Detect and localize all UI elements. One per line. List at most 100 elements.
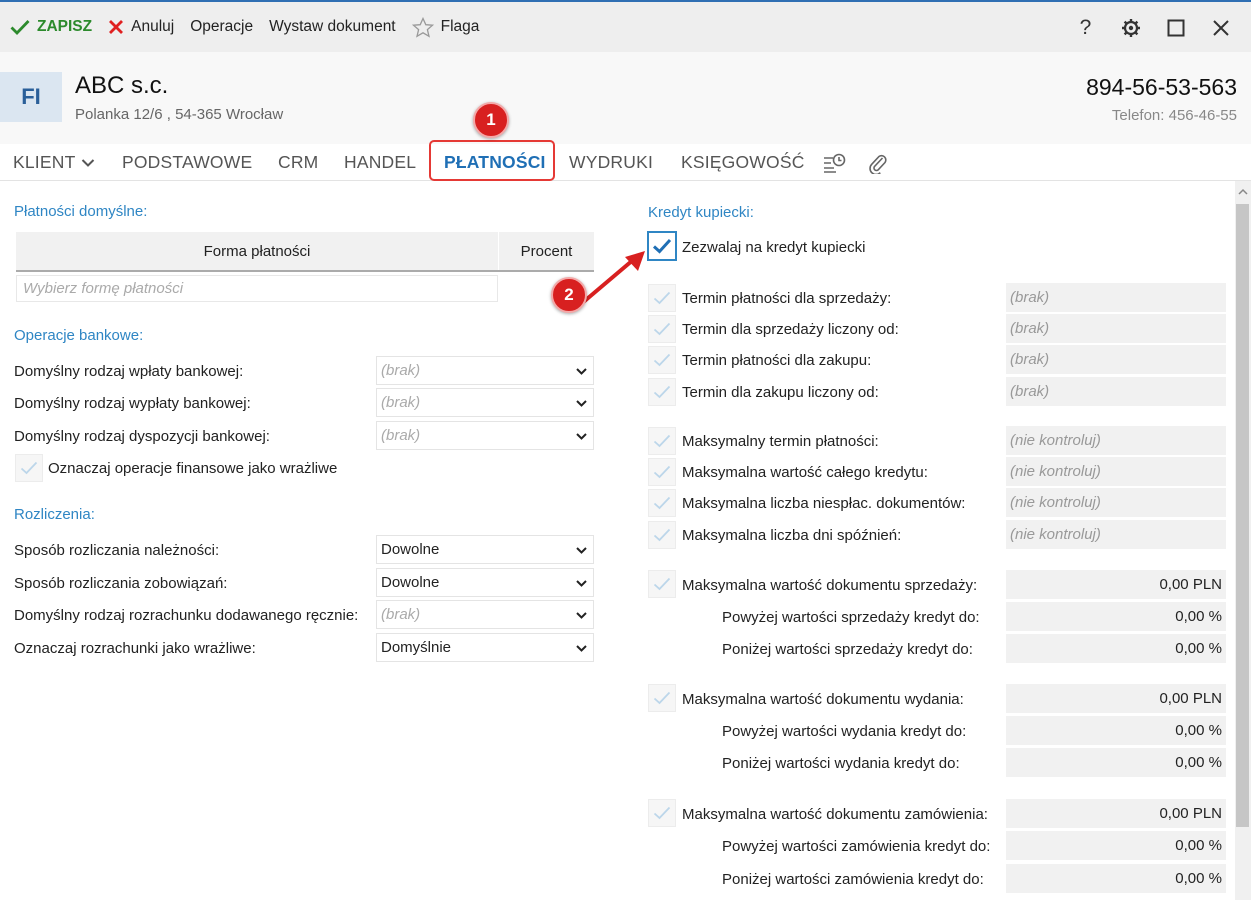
- tab-attachments[interactable]: [868, 144, 888, 181]
- sale-above-label: Powyżej wartości sprzedaży kredyt do:: [722, 609, 980, 626]
- max-issue-doc-checkbox[interactable]: [648, 684, 676, 712]
- term-sale-label: Termin płatności dla sprzedaży:: [682, 290, 892, 307]
- manual-settlement-type-select[interactable]: (brak): [376, 600, 594, 629]
- tab-crm[interactable]: CRM: [278, 144, 318, 181]
- chevron-down-icon: [576, 547, 587, 554]
- max-sale-doc-checkbox[interactable]: [648, 570, 676, 598]
- close-window-icon: [1212, 20, 1229, 36]
- chevron-down-icon: [576, 433, 587, 440]
- term-sale-from-value[interactable]: (brak): [1006, 314, 1226, 343]
- company-phone: Telefon: 456-46-55: [1111, 107, 1237, 124]
- maximize-button[interactable]: [1153, 8, 1198, 48]
- receivables-method-label: Sposób rozliczania należności:: [14, 542, 220, 559]
- settlements-title: Rozliczenia:: [14, 506, 95, 523]
- sale-above-value[interactable]: 0,00 %: [1006, 602, 1226, 631]
- bank-disposition-select[interactable]: (brak): [376, 421, 594, 450]
- max-unpaid-docs-value[interactable]: (nie kontroluj): [1006, 488, 1226, 517]
- bank-disposition-label: Domyślny rodzaj dyspozycji bankowej:: [14, 428, 270, 445]
- max-order-doc-value[interactable]: 0,00 PLN: [1006, 799, 1226, 828]
- issue-below-value[interactable]: 0,00 %: [1006, 748, 1226, 777]
- max-sale-doc-value[interactable]: 0,00 PLN: [1006, 570, 1226, 599]
- issue-document-button[interactable]: Wystaw dokument: [261, 7, 404, 47]
- max-unpaid-docs-checkbox[interactable]: [648, 489, 676, 517]
- close-window-button[interactable]: [1198, 8, 1243, 48]
- order-above-value[interactable]: 0,00 %: [1006, 831, 1226, 860]
- annotation-arrow: [579, 251, 645, 306]
- max-term-value[interactable]: (nie kontroluj): [1006, 426, 1226, 455]
- tab-ksiegowosc[interactable]: KSIĘGOWOŚĆ: [681, 144, 805, 181]
- tab-history[interactable]: [822, 144, 846, 181]
- issue-above-value[interactable]: 0,00 %: [1006, 716, 1226, 745]
- cancel-button[interactable]: Anuluj: [100, 7, 182, 47]
- liabilities-method-value: Dowolne: [381, 574, 440, 591]
- operations-label: Operacje: [190, 18, 254, 35]
- liabilities-method-label: Sposób rozliczania zobowiązań:: [14, 575, 228, 592]
- issue-document-label: Wystaw dokument: [269, 18, 396, 35]
- order-below-value[interactable]: 0,00 %: [1006, 864, 1226, 893]
- term-sale-checkbox[interactable]: [648, 284, 676, 312]
- checkmark-icon: [653, 291, 671, 305]
- sale-below-value[interactable]: 0,00 %: [1006, 634, 1226, 663]
- operations-menu[interactable]: Operacje: [182, 7, 261, 47]
- sensitive-settlements-select[interactable]: Domyślnie: [376, 633, 594, 662]
- bank-deposit-value: (brak): [381, 362, 421, 379]
- contractor-badge: FI: [0, 72, 62, 122]
- checkmark-icon: [653, 691, 671, 705]
- sensitive-operations-checkbox[interactable]: [15, 454, 43, 482]
- gear-icon: [1121, 19, 1140, 37]
- manual-settlement-type-label: Domyślny rodzaj rozrachunku dodawanego r…: [14, 607, 359, 624]
- history-icon: [824, 153, 846, 173]
- term-purchase-checkbox[interactable]: [648, 346, 676, 374]
- window-controls: ?: [1063, 8, 1243, 48]
- max-delay-days-checkbox[interactable]: [648, 521, 676, 549]
- max-credit-value[interactable]: (nie kontroluj): [1006, 457, 1226, 486]
- tab-wydruki[interactable]: WYDRUKI: [569, 144, 653, 181]
- term-sale-from-checkbox[interactable]: [648, 315, 676, 343]
- max-delay-days-label: Maksymalna liczba dni spóźnień:: [682, 527, 902, 544]
- term-purchase-value[interactable]: (brak): [1006, 345, 1226, 374]
- max-credit-label: Maksymalna wartość całego kredytu:: [682, 464, 928, 481]
- bank-deposit-select[interactable]: (brak): [376, 356, 594, 385]
- help-button[interactable]: ?: [1063, 8, 1108, 48]
- receivables-method-select[interactable]: Dowolne: [376, 535, 594, 564]
- sensitive-settlements-value: Domyślnie: [381, 639, 452, 656]
- tab-bar: KLIENT PODSTAWOWE CRM HANDEL PŁATNOŚCI W…: [0, 144, 1251, 181]
- max-term-label: Maksymalny termin płatności:: [682, 433, 879, 450]
- checkmark-icon: [10, 20, 30, 35]
- max-term-checkbox[interactable]: [648, 427, 676, 455]
- scroll-up-button[interactable]: [1236, 184, 1249, 198]
- term-purchase-from-checkbox[interactable]: [648, 378, 676, 406]
- tab-handel[interactable]: HANDEL: [344, 144, 416, 181]
- settings-button[interactable]: [1108, 8, 1153, 48]
- sensitive-operations-label: Oznaczaj operacje finansowe jako wrażliw…: [48, 460, 338, 477]
- tab-podstawowe[interactable]: PODSTAWOWE: [122, 144, 252, 181]
- payment-form-input[interactable]: Wybierz formę płatności: [16, 275, 498, 302]
- bank-withdrawal-label: Domyślny rodzaj wypłaty bankowej:: [14, 395, 251, 412]
- max-unpaid-docs-label: Maksymalna liczba niespłac. dokumentów:: [682, 495, 966, 512]
- issue-above-label: Powyżej wartości wydania kredyt do:: [722, 723, 967, 740]
- flag-button[interactable]: Flaga: [404, 7, 488, 47]
- bank-withdrawal-select[interactable]: (brak): [376, 388, 594, 417]
- max-issue-doc-value[interactable]: 0,00 PLN: [1006, 684, 1226, 713]
- max-credit-checkbox[interactable]: [648, 458, 676, 486]
- bank-withdrawal-value: (brak): [381, 394, 421, 411]
- checkmark-icon: [653, 577, 671, 591]
- star-icon: [411, 16, 434, 38]
- max-delay-days-value[interactable]: (nie kontroluj): [1006, 520, 1226, 549]
- max-issue-doc-label: Maksymalna wartość dokumentu wydania:: [682, 691, 964, 708]
- term-sale-value[interactable]: (brak): [1006, 283, 1226, 312]
- term-purchase-from-label: Termin dla zakupu liczony od:: [682, 384, 879, 401]
- paperclip-icon: [869, 154, 887, 174]
- liabilities-method-select[interactable]: Dowolne: [376, 568, 594, 597]
- toolbar: ZAPISZ Anuluj Operacje Wystaw dokument F…: [0, 0, 1251, 52]
- max-order-doc-checkbox[interactable]: [648, 799, 676, 827]
- scrollbar-thumb[interactable]: [1236, 204, 1249, 827]
- annotation-badge-1: 1: [473, 102, 509, 138]
- column-header-form[interactable]: Forma płatności: [16, 232, 498, 270]
- maximize-icon: [1167, 19, 1184, 37]
- term-purchase-from-value[interactable]: (brak): [1006, 377, 1226, 406]
- tab-klient[interactable]: KLIENT: [13, 144, 95, 181]
- bank-disposition-value: (brak): [381, 427, 421, 444]
- save-button[interactable]: ZAPISZ: [2, 7, 100, 47]
- checkmark-icon: [652, 238, 672, 254]
